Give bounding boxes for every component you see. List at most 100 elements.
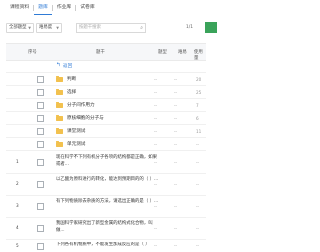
cell-type: -- <box>154 226 158 231</box>
folder-name[interactable]: 单元测试 <box>67 141 85 147</box>
question-type-select[interactable]: 全部题型 ▼ <box>6 23 34 33</box>
cell-type: -- <box>154 77 158 82</box>
cell-usage: 20 <box>196 77 202 82</box>
question-number: 1 <box>16 159 19 164</box>
folder-row[interactable]: 原核细胞的分子与 -- -- 6 <box>6 112 206 125</box>
folder-icon <box>56 101 63 108</box>
header-difficulty: 难易 <box>178 50 187 55</box>
cell-difficulty: -- <box>174 103 178 108</box>
cell-usage: -- <box>196 226 200 231</box>
tab-homework-bank[interactable]: 作业库 <box>53 2 75 14</box>
cell-usage: -- <box>196 243 200 248</box>
cell-type: -- <box>154 116 158 121</box>
folder-row[interactable]: 判断 -- -- 20 <box>6 73 206 86</box>
question-number: 3 <box>16 203 19 208</box>
cell-difficulty: -- <box>174 129 178 134</box>
cell-usage: 11 <box>196 129 202 134</box>
header-stem: 题干 <box>96 50 105 55</box>
folder-icon <box>56 88 63 95</box>
row-checkbox[interactable] <box>37 181 44 188</box>
chevron-down-icon: ▼ <box>28 26 31 30</box>
folder-row[interactable]: 选择 -- -- 25 <box>6 86 206 99</box>
folder-icon <box>56 75 63 82</box>
row-checkbox[interactable] <box>37 128 44 135</box>
search-placeholder: 按题干搜索 <box>79 25 101 30</box>
folder-name[interactable]: 分子间作用力 <box>67 102 95 108</box>
tab-course-materials[interactable]: 课程资料 <box>6 2 33 14</box>
question-stem[interactable]: 下列各有机物质中，不能发生加成反应的是（ ） <box>56 242 152 249</box>
folder-row[interactable]: 课堂测试 -- -- 11 <box>6 125 206 138</box>
cell-difficulty: -- <box>174 142 178 147</box>
tab-bar: 课程资料 题库 作业库 试卷库 <box>6 2 99 15</box>
row-checkbox[interactable] <box>37 76 44 83</box>
add-question-button[interactable] <box>205 22 217 33</box>
cell-type: -- <box>154 182 158 187</box>
cell-difficulty: -- <box>174 182 178 187</box>
cell-type: -- <box>154 90 158 95</box>
question-stem[interactable]: 现在科学不下列有机分子各项的结构都是正确，如果或者... <box>56 155 160 168</box>
question-row[interactable]: 4 我国科学家研究出了新型金属的结构式化合物，叫做... -- -- -- <box>6 218 206 240</box>
question-number: 4 <box>16 225 19 230</box>
folder-name[interactable]: 原核细胞的分子与 <box>67 115 104 121</box>
question-number: 5 <box>16 243 19 248</box>
header-type: 题型 <box>158 50 167 55</box>
question-row[interactable]: 5 下列各有机物质中，不能发生加成反应的是（ ） -- -- -- <box>6 240 206 252</box>
tab-question-bank[interactable]: 题库 <box>34 2 52 15</box>
cell-type: -- <box>154 129 158 134</box>
row-checkbox[interactable] <box>37 141 44 148</box>
row-checkbox[interactable] <box>37 89 44 96</box>
header-index: 序号 <box>28 50 37 55</box>
cell-type: -- <box>154 142 158 147</box>
search-input[interactable]: 按题干搜索 ⌕ <box>76 23 146 33</box>
back-arrow-icon: ↰ <box>56 62 61 68</box>
row-checkbox[interactable] <box>37 243 44 250</box>
back-row[interactable]: ↰ 返回 <box>6 60 206 73</box>
folder-name[interactable]: 课堂测试 <box>67 128 85 134</box>
cell-usage: -- <box>196 182 200 187</box>
question-row[interactable]: 2 以乙酸为原料进行的转化，能达到预期目的的（ ）... -- -- -- <box>6 174 206 196</box>
cell-usage: 25 <box>196 90 202 95</box>
question-row[interactable]: 1 现在科学不下列有机分子各项的结构都是正确，如果或者... -- -- -- <box>6 152 206 174</box>
tab-exam-bank[interactable]: 试卷库 <box>76 2 98 14</box>
cell-type: -- <box>154 103 158 108</box>
cell-difficulty: -- <box>174 204 178 209</box>
question-stem[interactable]: 有下列物质除去杂质的方法，请选出正确的是（ ）... <box>56 199 160 206</box>
cell-usage: -- <box>196 142 200 147</box>
cell-difficulty: -- <box>174 77 178 82</box>
cell-difficulty: -- <box>174 90 178 95</box>
row-checkbox[interactable] <box>37 102 44 109</box>
question-number: 2 <box>16 181 19 186</box>
cell-type: -- <box>154 160 158 165</box>
question-stem[interactable]: 我国科学家研究出了新型金属的结构式化合物，叫做... <box>56 221 160 234</box>
row-checkbox[interactable] <box>37 203 44 210</box>
row-checkbox[interactable] <box>37 159 44 166</box>
difficulty-select[interactable]: 难易度 ▼ <box>36 23 62 33</box>
cell-difficulty: -- <box>174 226 178 231</box>
search-icon[interactable]: ⌕ <box>140 24 143 32</box>
cell-type: -- <box>154 204 158 209</box>
cell-difficulty: -- <box>174 243 178 248</box>
folder-row[interactable]: 单元测试 -- -- -- <box>6 138 206 151</box>
cell-usage: -- <box>196 204 200 209</box>
cell-usage: 6 <box>196 116 199 121</box>
cell-difficulty: -- <box>174 160 178 165</box>
folder-name[interactable]: 判断 <box>67 76 76 82</box>
difficulty-value: 难易度 <box>39 25 53 30</box>
table-header: 序号 题干 题型 难易 使用量 <box>6 43 206 61</box>
cell-usage: 7 <box>196 103 199 108</box>
cell-type: -- <box>154 243 158 248</box>
cell-difficulty: -- <box>174 116 178 121</box>
back-link[interactable]: 返回 <box>63 63 72 69</box>
page-indicator: 1/1 <box>186 25 194 30</box>
question-stem[interactable]: 以乙酸为原料进行的转化，能达到预期目的的（ ）... <box>56 177 160 184</box>
cell-usage: -- <box>196 160 200 165</box>
row-checkbox[interactable] <box>37 225 44 232</box>
folder-row[interactable]: 分子间作用力 -- -- 7 <box>6 99 206 112</box>
row-checkbox[interactable] <box>37 115 44 122</box>
chevron-down-icon: ▼ <box>56 26 59 30</box>
folder-icon <box>56 140 63 147</box>
folder-name[interactable]: 选择 <box>67 89 76 95</box>
question-row[interactable]: 3 有下列物质除去杂质的方法，请选出正确的是（ ）... -- -- -- <box>6 196 206 218</box>
filter-toolbar: 全部题型 ▼ 难易度 ▼ 按题干搜索 ⌕ 1/1 <box>6 22 217 33</box>
question-type-value: 全部题型 <box>9 25 27 30</box>
